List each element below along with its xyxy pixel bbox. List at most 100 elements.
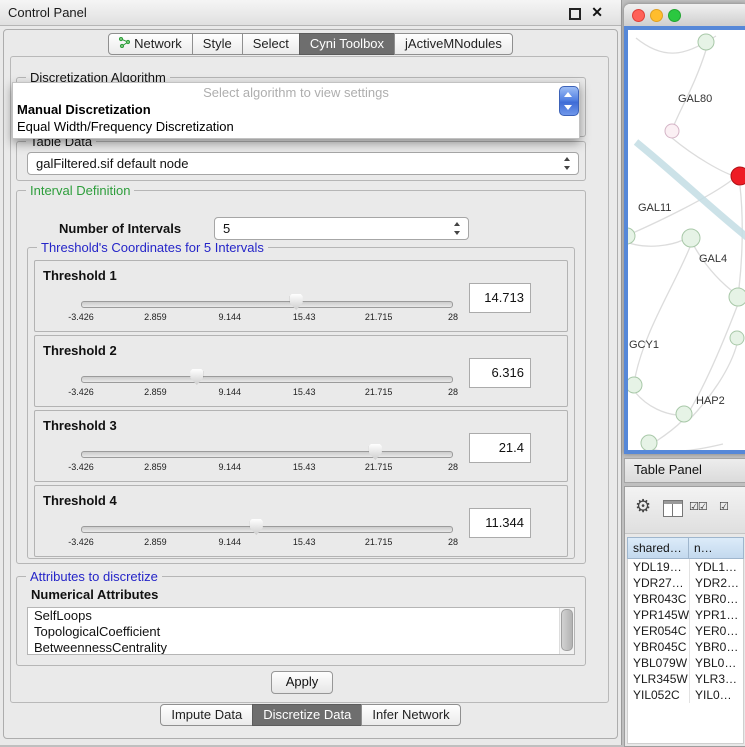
tick-label: 21.715 [365, 537, 393, 547]
threshold-slider[interactable]: -3.4262.8599.14415.4321.71528 [81, 372, 453, 406]
table-row[interactable]: YBL079WYBL0… [628, 655, 743, 671]
table-row[interactable]: YER054CYER0… [628, 623, 743, 639]
table-panel-title: Table Panel [634, 462, 702, 477]
table-cell[interactable]: YBR0… [690, 639, 743, 655]
table-cell[interactable]: YER0… [690, 623, 743, 639]
table-cell[interactable]: YIL0… [690, 687, 743, 703]
table-cell[interactable]: YLR345W [628, 671, 690, 687]
select-all-icon[interactable]: ☑ [719, 500, 728, 513]
network-node[interactable] [665, 124, 679, 138]
network-node[interactable] [729, 288, 745, 306]
table-cell[interactable]: YBR0… [690, 591, 743, 607]
threshold-value-field[interactable]: 14.713 [469, 283, 531, 313]
select-functions-icon[interactable]: ☑☑ [689, 500, 707, 513]
table-panel-title-bar: Table Panel [624, 458, 745, 483]
tick-label: 15.43 [293, 462, 316, 472]
table-cell[interactable]: YDR27… [628, 575, 690, 591]
network-node[interactable] [676, 406, 692, 422]
tab-style[interactable]: Style [192, 33, 243, 55]
node-label: GAL11 [638, 202, 671, 214]
threshold-slider[interactable]: -3.4262.8599.14415.4321.71528 [81, 522, 453, 556]
threshold-value-field[interactable]: 21.4 [469, 433, 531, 463]
list-scrollbar[interactable] [559, 608, 574, 654]
tab-cyni-toolbox[interactable]: Cyni Toolbox [299, 33, 395, 55]
algorithm-combo-placeholder: Select algorithm to view settings [13, 85, 579, 100]
tab-discretize-data[interactable]: Discretize Data [252, 704, 362, 726]
attributes-group: Attributes to discretize Numerical Attri… [16, 576, 586, 666]
tick-label: -3.426 [68, 387, 94, 397]
attribute-item[interactable]: BetweennessCentrality [28, 640, 574, 655]
tab-impute-data[interactable]: Impute Data [160, 704, 253, 726]
network-node[interactable] [641, 435, 657, 450]
table-row[interactable]: YBR045CYBR0… [628, 639, 743, 655]
table-row[interactable]: YPR145WYPR1… [628, 607, 743, 623]
header-cell-name[interactable]: n… [688, 537, 744, 559]
table-row[interactable]: YBR043CYBR0… [628, 591, 743, 607]
traffic-light-minimize[interactable] [650, 9, 663, 22]
network-node[interactable] [698, 34, 714, 50]
traffic-light-close[interactable] [632, 9, 645, 22]
table-row[interactable]: YDL19…YDL1… [628, 559, 743, 575]
tab-infer-network[interactable]: Infer Network [361, 704, 460, 726]
show-columns-icon[interactable] [663, 500, 683, 517]
table-cell[interactable]: YBR045C [628, 639, 690, 655]
network-node-selected[interactable] [731, 167, 745, 185]
table-row[interactable]: YDR27…YDR2… [628, 575, 743, 591]
network-window: GAL80 GAL11 GAL4 GCY1 HAP2 [624, 4, 745, 454]
table-cell[interactable]: YLR3… [690, 671, 743, 687]
attribute-item[interactable]: SelfLoops [28, 608, 574, 624]
network-node[interactable] [628, 377, 642, 393]
scrollbar-thumb[interactable] [561, 609, 573, 651]
network-node[interactable] [730, 331, 744, 345]
dropdown-option-equal-width-frequency[interactable]: Equal Width/Frequency Discretization [17, 119, 234, 134]
control-panel-titlebar: Control Panel ✕ [0, 0, 621, 26]
table-cell[interactable]: YDL19… [628, 559, 690, 575]
network-node[interactable] [628, 228, 635, 244]
slider-track [81, 376, 453, 383]
tick-label: -3.426 [68, 312, 94, 322]
float-panel-button[interactable] [569, 8, 581, 20]
close-panel-icon[interactable]: ✕ [591, 4, 603, 21]
threshold-slider[interactable]: -3.4262.8599.14415.4321.71528 [81, 447, 453, 481]
number-of-intervals-combo[interactable]: 5 [214, 217, 469, 240]
threshold-value-field[interactable]: 11.344 [469, 508, 531, 538]
network-node[interactable] [682, 229, 700, 247]
slider-track [81, 526, 453, 533]
numerical-attributes-title: Numerical Attributes [31, 587, 158, 602]
table-cell[interactable]: YIL052C [628, 687, 690, 703]
header-cell-shared-name[interactable]: shared… [627, 537, 689, 559]
table-cell[interactable]: YDR2… [690, 575, 743, 591]
numerical-attributes-list[interactable]: SelfLoopsTopologicalCoefficientBetweenne… [27, 607, 575, 655]
table-cell[interactable]: YER054C [628, 623, 690, 639]
table-cell[interactable]: YPR1… [690, 607, 743, 623]
table-rows: YDL19…YDL1…YDR27…YDR2…YBR043CYBR0…YPR145… [627, 559, 744, 744]
settings-gear-icon[interactable]: ⚙ [635, 496, 651, 517]
threshold-panel-3: Threshold 3 -3.4262.8599.14415.4321.7152… [34, 410, 568, 482]
threshold-slider[interactable]: -3.4262.8599.14415.4321.71528 [81, 297, 453, 331]
table-data-combo[interactable]: galFiltered.sif default node [27, 152, 579, 175]
algorithm-combo-stepper[interactable] [559, 86, 579, 116]
table-cell[interactable]: YPR145W [628, 607, 690, 623]
table-row[interactable]: YIL052CYIL0… [628, 687, 743, 703]
tick-label: 2.859 [144, 462, 167, 472]
node-label: GAL80 [678, 93, 712, 105]
attribute-item[interactable]: TopologicalCoefficient [28, 624, 574, 640]
table-cell[interactable]: YBL0… [690, 655, 743, 671]
table-cell[interactable]: YBL079W [628, 655, 690, 671]
tab-label: jActiveMNodules [405, 34, 502, 54]
table-cell[interactable]: YDL1… [690, 559, 743, 575]
tab-network[interactable]: Network [108, 33, 193, 55]
dropdown-option-manual-discretization[interactable]: Manual Discretization [17, 102, 151, 117]
table-row[interactable]: YLR345WYLR3… [628, 671, 743, 687]
tab-select[interactable]: Select [242, 33, 300, 55]
table-cell[interactable]: YBR043C [628, 591, 690, 607]
threshold-value-field[interactable]: 6.316 [469, 358, 531, 388]
tab-label: Impute Data [171, 705, 242, 725]
tab-jactivemodules[interactable]: jActiveMNodules [394, 33, 513, 55]
threshold-label: Threshold 1 [43, 268, 117, 283]
slider-scale: -3.4262.8599.14415.4321.71528 [81, 460, 453, 474]
apply-button[interactable]: Apply [271, 671, 333, 694]
number-of-intervals-label: Number of Intervals [59, 221, 181, 236]
network-canvas[interactable]: GAL80 GAL11 GAL4 GCY1 HAP2 [624, 26, 745, 454]
traffic-light-zoom[interactable] [668, 9, 681, 22]
